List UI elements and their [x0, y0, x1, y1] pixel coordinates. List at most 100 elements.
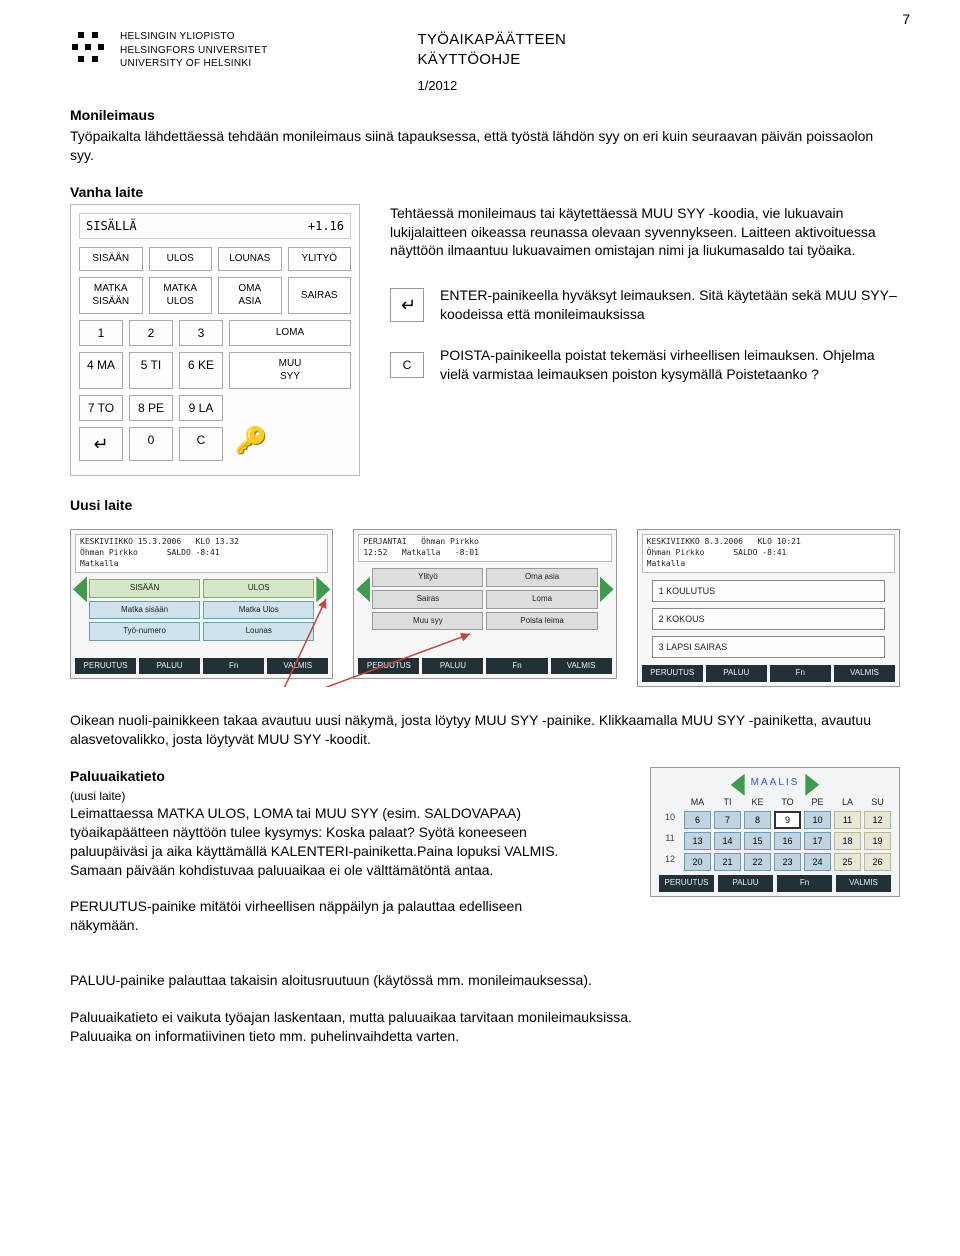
section-heading-monileimaus: Monileimaus: [70, 106, 900, 125]
cal-day[interactable]: 26: [864, 853, 891, 871]
paluu-text-2: Paluuaikatieto ei vaikuta työajan lasken…: [70, 1008, 900, 1027]
cal-peruutus[interactable]: PERUUTUS: [659, 875, 714, 892]
cal-day[interactable]: 22: [744, 853, 771, 871]
s3-valmis[interactable]: VALMIS: [834, 665, 895, 682]
cal-day[interactable]: 14: [714, 832, 741, 850]
key-enter[interactable]: ↵: [79, 427, 123, 461]
cal-day[interactable]: 18: [834, 832, 861, 850]
key-2[interactable]: 2: [129, 320, 173, 346]
key-1[interactable]: 1: [79, 320, 123, 346]
s1-matka-ulos[interactable]: Matka Ulos: [203, 601, 314, 620]
s1-sisaan[interactable]: SISÄÄN: [89, 579, 200, 598]
key-8[interactable]: 8 PE: [129, 395, 173, 421]
cal-day[interactable]: 17: [804, 832, 831, 850]
screen-1: KESKIVIIKKO 15.3.2006 KLO 13.32 Öhman Pi…: [70, 529, 333, 679]
paluuaikatieto-body: Leimattaessa MATKA ULOS, LOMA tai MUU SY…: [70, 804, 590, 880]
section-body-monileimaus: Työpaikalta lähdettäessä tehdään monilei…: [70, 127, 900, 165]
cal-day[interactable]: 20: [684, 853, 711, 871]
cal-day[interactable]: 24: [804, 853, 831, 871]
s2-muu-syy[interactable]: Muu syy: [372, 612, 483, 631]
cal-day[interactable]: 19: [864, 832, 891, 850]
paluu-text-3: Paluuaika on informatiivinen tieto mm. p…: [70, 1027, 900, 1046]
cal-day[interactable]: 21: [714, 853, 741, 871]
s1-valmis[interactable]: VALMIS: [267, 658, 328, 675]
cal-day[interactable]: 15: [744, 832, 771, 850]
s2-peruutus[interactable]: PERUUTUS: [358, 658, 419, 675]
key-4[interactable]: 4 MA: [79, 352, 123, 389]
old-device-keypad: SISÄLLÄ +1.16 SISÄÄN ULOS LOUNAS YLITYÖ …: [70, 204, 360, 477]
s1-tyonumero[interactable]: Työ-numero: [89, 622, 200, 641]
cal-valmis[interactable]: VALMIS: [836, 875, 891, 892]
after-screens-text: Oikean nuoli-painikkeen takaa avautuu uu…: [70, 711, 900, 749]
btn-sairas[interactable]: SAIRAS: [288, 277, 352, 314]
s3-item-3[interactable]: 3 LAPSI SAIRAS: [652, 636, 885, 658]
cal-day[interactable]: 16: [774, 832, 801, 850]
s3-peruutus[interactable]: PERUUTUS: [642, 665, 703, 682]
btn-ulos[interactable]: ULOS: [149, 247, 213, 271]
btn-ylityo[interactable]: YLITYÖ: [288, 247, 352, 271]
document-title: TYÖAIKAPÄÄTTEEN KÄYTTÖOHJE 1/2012: [417, 30, 566, 94]
logo-text: HELSINGIN YLIOPISTO HELSINGFORS UNIVERSI…: [120, 30, 267, 71]
s2-ylityo[interactable]: Ylityö: [372, 568, 483, 587]
paluu-text-1: PALUU-painike palauttaa takaisin aloitus…: [70, 971, 900, 990]
s3-item-1[interactable]: 1 KOULUTUS: [652, 580, 885, 602]
peruutus-text: PERUUTUS-painike mitätöi virheellisen nä…: [70, 897, 590, 935]
heading-vanha-laite: Vanha laite: [70, 183, 900, 202]
s2-sairas[interactable]: Sairas: [372, 590, 483, 609]
key-6[interactable]: 6 KE: [179, 352, 223, 389]
key-9[interactable]: 9 LA: [179, 395, 223, 421]
enter-description: ENTER-painikeella hyväksyt leimauksen. S…: [440, 286, 900, 324]
s1-paluu[interactable]: PALUU: [139, 658, 200, 675]
s1-matka-sisaan[interactable]: Matka sisään: [89, 601, 200, 620]
s2-paluu[interactable]: PALUU: [422, 658, 483, 675]
s3-paluu[interactable]: PALUU: [706, 665, 767, 682]
page-number: 7: [902, 10, 910, 29]
c-button-icon[interactable]: C: [390, 352, 424, 378]
btn-sisaan[interactable]: SISÄÄN: [79, 247, 143, 271]
s1-ulos[interactable]: ULOS: [203, 579, 314, 598]
s2-valmis[interactable]: VALMIS: [551, 658, 612, 675]
s1-fn[interactable]: Fn: [203, 658, 264, 675]
btn-loma[interactable]: LOMA: [229, 320, 351, 346]
logo-icon: [70, 30, 110, 70]
cal-day[interactable]: 12: [864, 811, 891, 829]
btn-oma-asia[interactable]: OMAASIA: [218, 277, 282, 314]
btn-matka-ulos[interactable]: MATKAULOS: [149, 277, 213, 314]
key-5[interactable]: 5 TI: [129, 352, 173, 389]
university-logo: HELSINGIN YLIOPISTO HELSINGFORS UNIVERSI…: [70, 30, 267, 71]
cal-paluu[interactable]: PALUU: [718, 875, 773, 892]
cal-fn[interactable]: Fn: [777, 875, 832, 892]
s2-loma[interactable]: Loma: [486, 590, 597, 609]
cal-day[interactable]: 10: [804, 811, 831, 829]
cal-day[interactable]: 11: [834, 811, 861, 829]
cal-day[interactable]: 23: [774, 853, 801, 871]
s3-fn[interactable]: Fn: [770, 665, 831, 682]
s1-peruutus[interactable]: PERUUTUS: [75, 658, 136, 675]
key-icon: 🔑: [235, 425, 267, 455]
btn-lounas[interactable]: LOUNAS: [218, 247, 282, 271]
cal-next-icon[interactable]: [805, 774, 819, 796]
s3-item-2[interactable]: 2 KOKOUS: [652, 608, 885, 630]
calendar-widget: MAALIS MA TI KE TO PE LA SU 10 6 7 8 9 1…: [650, 767, 900, 897]
cal-day[interactable]: 25: [834, 853, 861, 871]
key-3[interactable]: 3: [179, 320, 223, 346]
btn-muu-syy[interactable]: MUUSYY: [229, 352, 351, 389]
key-0[interactable]: 0: [129, 427, 173, 461]
cal-day-selected[interactable]: 9: [774, 811, 801, 829]
screen-3: KESKIVIIKKO 8.3.2006 KLO 10:21 Öhman Pir…: [637, 529, 900, 687]
right-paragraph: Tehtäessä monileimaus tai käytettäessä M…: [390, 204, 900, 261]
s2-poista[interactable]: Poista leima: [486, 612, 597, 631]
cal-prev-icon[interactable]: [731, 774, 745, 796]
s1-lounas[interactable]: Lounas: [203, 622, 314, 641]
cal-day[interactable]: 13: [684, 832, 711, 850]
s2-oma-asia[interactable]: Oma asia: [486, 568, 597, 587]
cal-day[interactable]: 7: [714, 811, 741, 829]
s2-fn[interactable]: Fn: [486, 658, 547, 675]
key-c[interactable]: C: [179, 427, 223, 461]
cal-day[interactable]: 6: [684, 811, 711, 829]
key-7[interactable]: 7 TO: [79, 395, 123, 421]
btn-matka-sisaan[interactable]: MATKASISÄÄN: [79, 277, 143, 314]
enter-button-icon[interactable]: ↵: [390, 288, 424, 322]
cal-day[interactable]: 8: [744, 811, 771, 829]
c-description: POISTA-painikeella poistat tekemäsi virh…: [440, 346, 900, 384]
